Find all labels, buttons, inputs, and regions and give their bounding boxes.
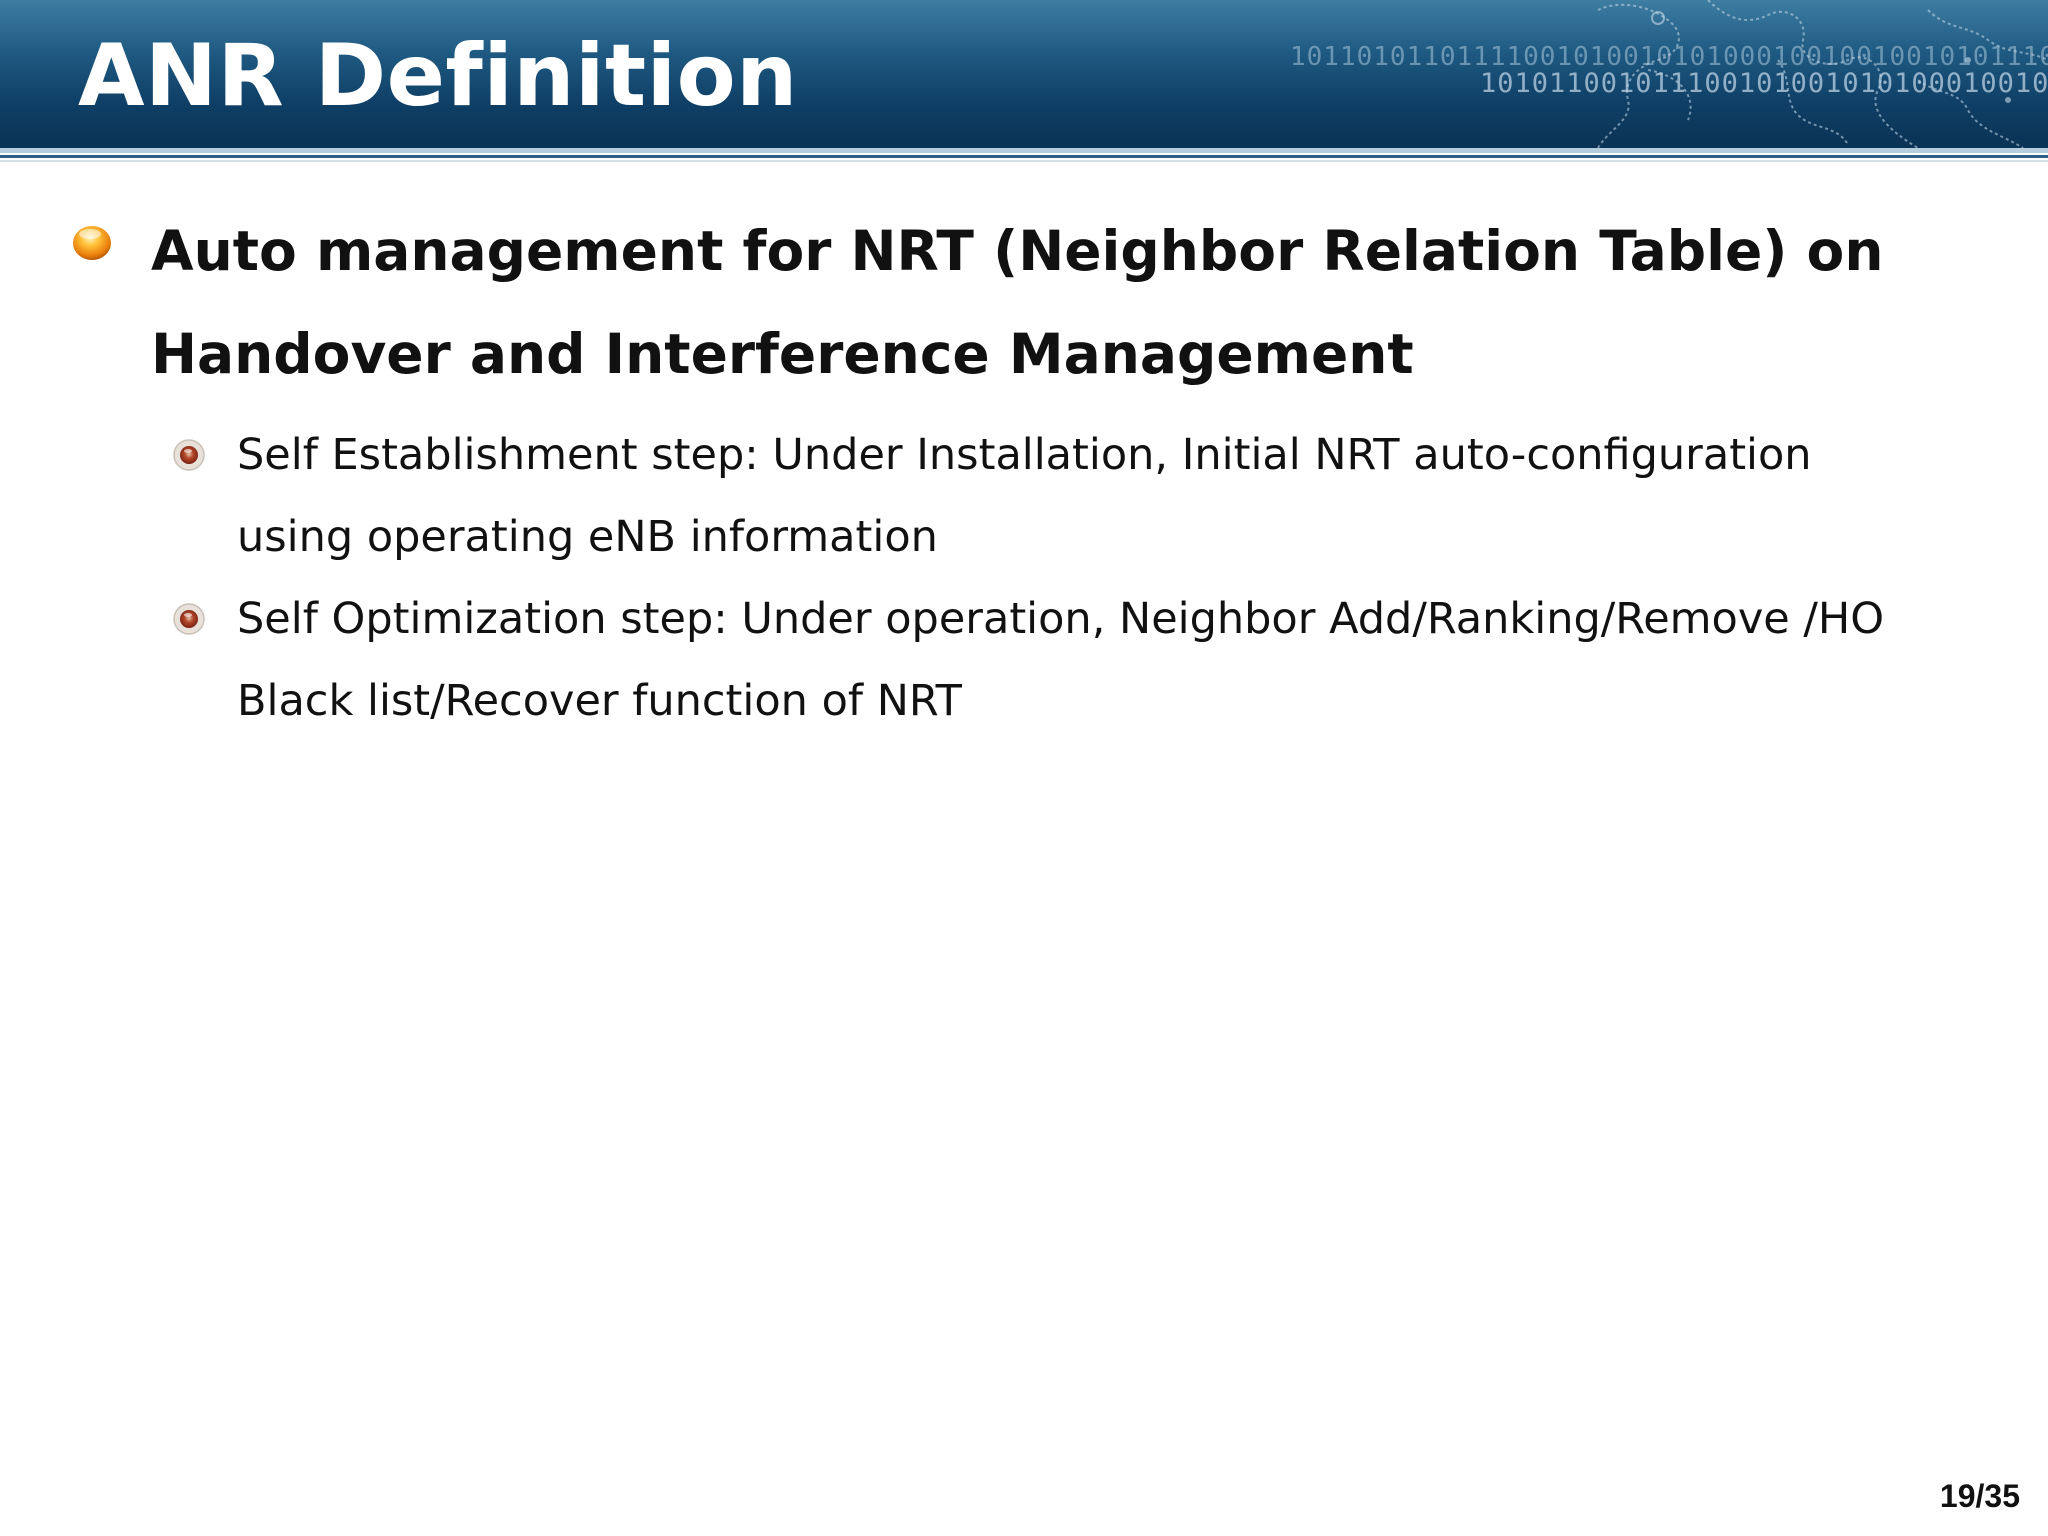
sub-bullet-text: Self Establishment step: Under Installat… [237,430,1812,562]
header-divider [0,148,2048,153]
red-orb-bullet-icon [173,439,205,471]
red-orb-bullet-icon [173,603,205,635]
title-banner: 1011010110111100101001010100010010010010… [0,0,2048,148]
header-divider [0,155,2048,158]
header-divider [0,160,2048,162]
main-bullet-text: Auto management for NRT (Neighbor Relati… [151,219,1884,386]
orange-orb-bullet-icon [73,226,111,260]
sub-bullet-text: Self Optimization step: Under operation,… [237,594,1885,726]
world-map-icon [1597,0,2048,148]
slide-title: ANR Definition [78,26,798,126]
page-number: 19/35 [1939,1478,2020,1514]
slide: 1011010110111100101001010100010010010010… [0,0,2048,1536]
